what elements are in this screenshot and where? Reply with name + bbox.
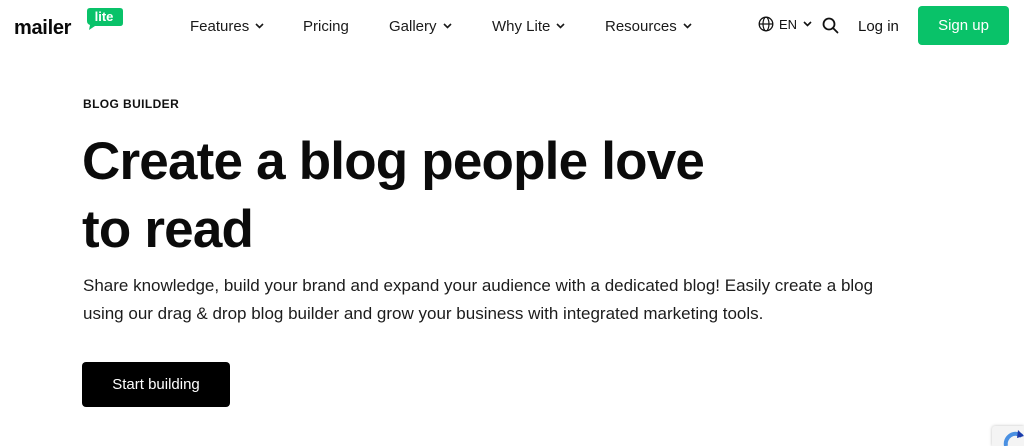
chevron-down-icon xyxy=(803,21,812,27)
logo-wordmark: mailer xyxy=(14,17,72,39)
nav-item-why-lite[interactable]: Why Lite xyxy=(492,0,565,52)
login-link[interactable]: Log in xyxy=(858,0,899,52)
logo-badge: lite xyxy=(87,8,123,30)
hero-description-line-1: Share knowledge, build your brand and ex… xyxy=(83,276,874,295)
nav-item-label: Pricing xyxy=(303,17,349,35)
hero-description-line-2: using our drag & drop blog builder and g… xyxy=(83,304,764,323)
chevron-down-icon xyxy=(556,23,565,29)
search-icon xyxy=(822,17,839,34)
signup-button[interactable]: Sign up xyxy=(918,6,1009,45)
language-label: EN xyxy=(779,16,798,32)
chevron-down-icon xyxy=(255,23,264,29)
recaptcha-badge[interactable] xyxy=(992,426,1024,446)
nav-item-gallery[interactable]: Gallery xyxy=(389,0,452,52)
start-building-button[interactable]: Start building xyxy=(82,362,230,407)
globe-icon xyxy=(758,16,774,32)
logo-badge-text: lite xyxy=(94,9,114,24)
page-title-line-2: to read xyxy=(82,200,254,259)
chevron-down-icon xyxy=(442,23,452,29)
language-selector[interactable]: EN xyxy=(758,16,812,32)
nav-item-label: Features xyxy=(190,17,250,35)
hero-description: Share knowledge, build your brand and ex… xyxy=(83,272,963,328)
chevron-down-icon xyxy=(683,23,692,29)
nav-item-features[interactable]: Features xyxy=(190,0,264,52)
nav-item-pricing[interactable]: Pricing xyxy=(303,0,349,52)
page-title-line-1: Create a blog people love xyxy=(82,132,705,191)
search-button[interactable] xyxy=(822,17,839,39)
nav-item-label: Why Lite xyxy=(492,17,551,35)
recaptcha-icon xyxy=(1003,430,1024,446)
nav-item-resources[interactable]: Resources xyxy=(605,0,692,52)
section-eyebrow: BLOG BUILDER xyxy=(83,97,180,111)
page-title: Create a blog people love to read xyxy=(82,128,802,264)
nav-item-label: Gallery xyxy=(389,17,437,35)
top-navigation: mailer lite Features Pricing Gallery Why… xyxy=(0,0,1024,52)
nav-item-label: Resources xyxy=(605,17,677,35)
